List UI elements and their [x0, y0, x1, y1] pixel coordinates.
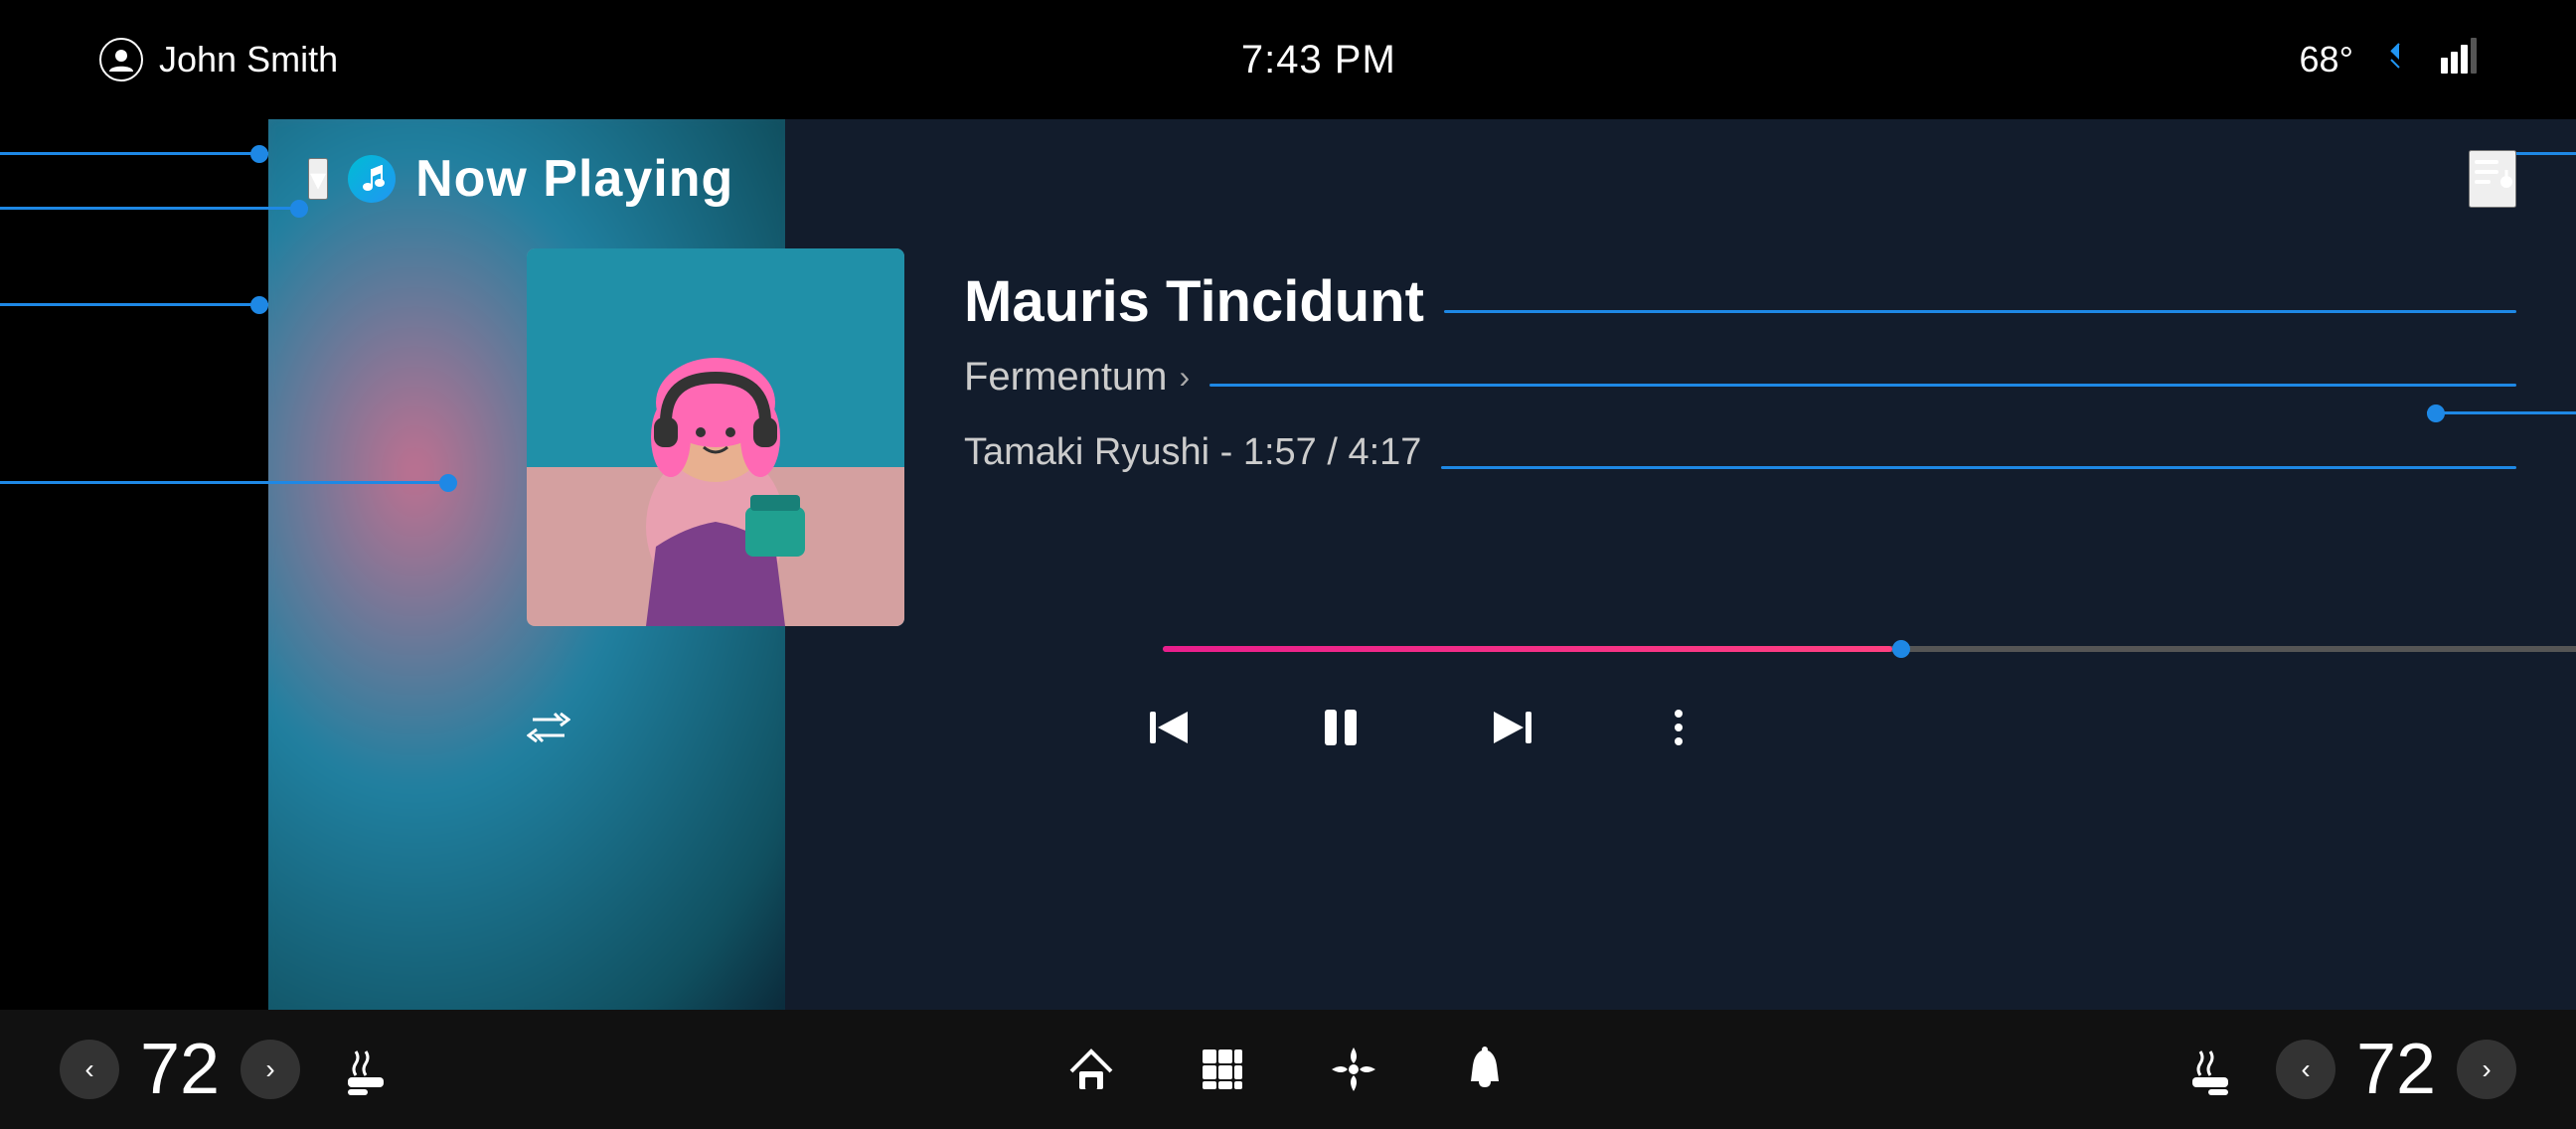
album-line-bar: [1209, 384, 2516, 387]
left-temp-section: ‹ 72 ›: [0, 1029, 451, 1110]
song-title: Mauris Tincidunt: [964, 268, 1424, 335]
song-info: Mauris Tincidunt Fermentum › Tamaki Ryus…: [964, 248, 2516, 504]
signal-icon: [2441, 38, 2477, 82]
repeat-button[interactable]: [527, 706, 570, 749]
user-avatar-icon: [99, 38, 143, 81]
progress-section[interactable]: [328, 646, 2516, 652]
artist-time-line: Tamaki Ryushi - 1:57 / 4:17: [964, 431, 2516, 504]
fan-button[interactable]: [1328, 1044, 1379, 1095]
status-time: 7:43 PM: [1241, 38, 1396, 82]
apps-button[interactable]: [1197, 1044, 1248, 1095]
queue-button[interactable]: [2469, 150, 2516, 208]
header-left: ▾ Now Playing: [308, 149, 733, 209]
right-temp-decrease-button[interactable]: ‹: [2276, 1040, 2335, 1099]
player-panel: ▾ Now Playing: [268, 119, 2576, 1010]
home-button[interactable]: [1065, 1044, 1117, 1095]
status-right: 68°: [2300, 38, 2477, 82]
song-title-line: Mauris Tincidunt: [964, 268, 2516, 355]
left-seat-heat-button[interactable]: [340, 1044, 392, 1095]
progress-fill: [1163, 646, 1892, 652]
dropdown-button[interactable]: ▾: [308, 158, 328, 200]
previous-button[interactable]: [1144, 702, 1196, 753]
center-nav: [451, 1044, 2125, 1095]
more-button[interactable]: [1657, 706, 1700, 749]
now-playing-title: Now Playing: [415, 149, 733, 209]
accent-line-2: [0, 207, 308, 210]
right-temp-increase-button[interactable]: ›: [2457, 1040, 2516, 1099]
music-note-icon: [348, 155, 396, 203]
right-seat-heat-button[interactable]: [2184, 1044, 2236, 1095]
song-artist-time: Tamaki Ryushi - 1:57 / 4:17: [964, 431, 1421, 474]
artist-line-bar: [1441, 466, 2516, 469]
chevron-right-icon: ›: [1180, 359, 1191, 396]
bottom-nav: ‹ 72 ›: [0, 1010, 2576, 1129]
user-name: John Smith: [159, 39, 338, 81]
temperature: 68°: [2300, 39, 2353, 81]
bell-button[interactable]: [1459, 1044, 1511, 1095]
left-temp-increase-button[interactable]: ›: [241, 1040, 300, 1099]
player-controls: [268, 682, 2576, 773]
right-temp-section: ‹ 72 ›: [2125, 1029, 2576, 1110]
left-temp-decrease-button[interactable]: ‹: [60, 1040, 119, 1099]
left-temp-value: 72: [135, 1029, 225, 1110]
song-album[interactable]: Fermentum ›: [964, 355, 1190, 400]
user-info: John Smith: [99, 38, 338, 81]
title-line-bar: [1444, 310, 2516, 313]
accent-line-3: [0, 303, 268, 306]
status-bar: John Smith 7:43 PM 68°: [0, 0, 2576, 119]
pause-button[interactable]: [1315, 702, 1367, 753]
album-art: [527, 248, 904, 626]
player-content: Mauris Tincidunt Fermentum › Tamaki Ryus…: [268, 229, 2576, 646]
progress-dot: [1892, 640, 1910, 658]
left-temp-control: ‹ 72 ›: [60, 1029, 300, 1110]
accent-line-4: [0, 481, 457, 484]
accent-line-1: [0, 152, 268, 155]
accent-line-right-progress: [2427, 411, 2576, 414]
progress-track[interactable]: [1163, 646, 2576, 652]
right-temp-control: ‹ 72 ›: [2276, 1029, 2516, 1110]
album-line: Fermentum ›: [964, 355, 2516, 415]
bluetooth-icon: [2381, 39, 2413, 81]
right-temp-value: 72: [2351, 1029, 2441, 1110]
player-header: ▾ Now Playing: [268, 119, 2576, 229]
next-button[interactable]: [1486, 702, 1537, 753]
